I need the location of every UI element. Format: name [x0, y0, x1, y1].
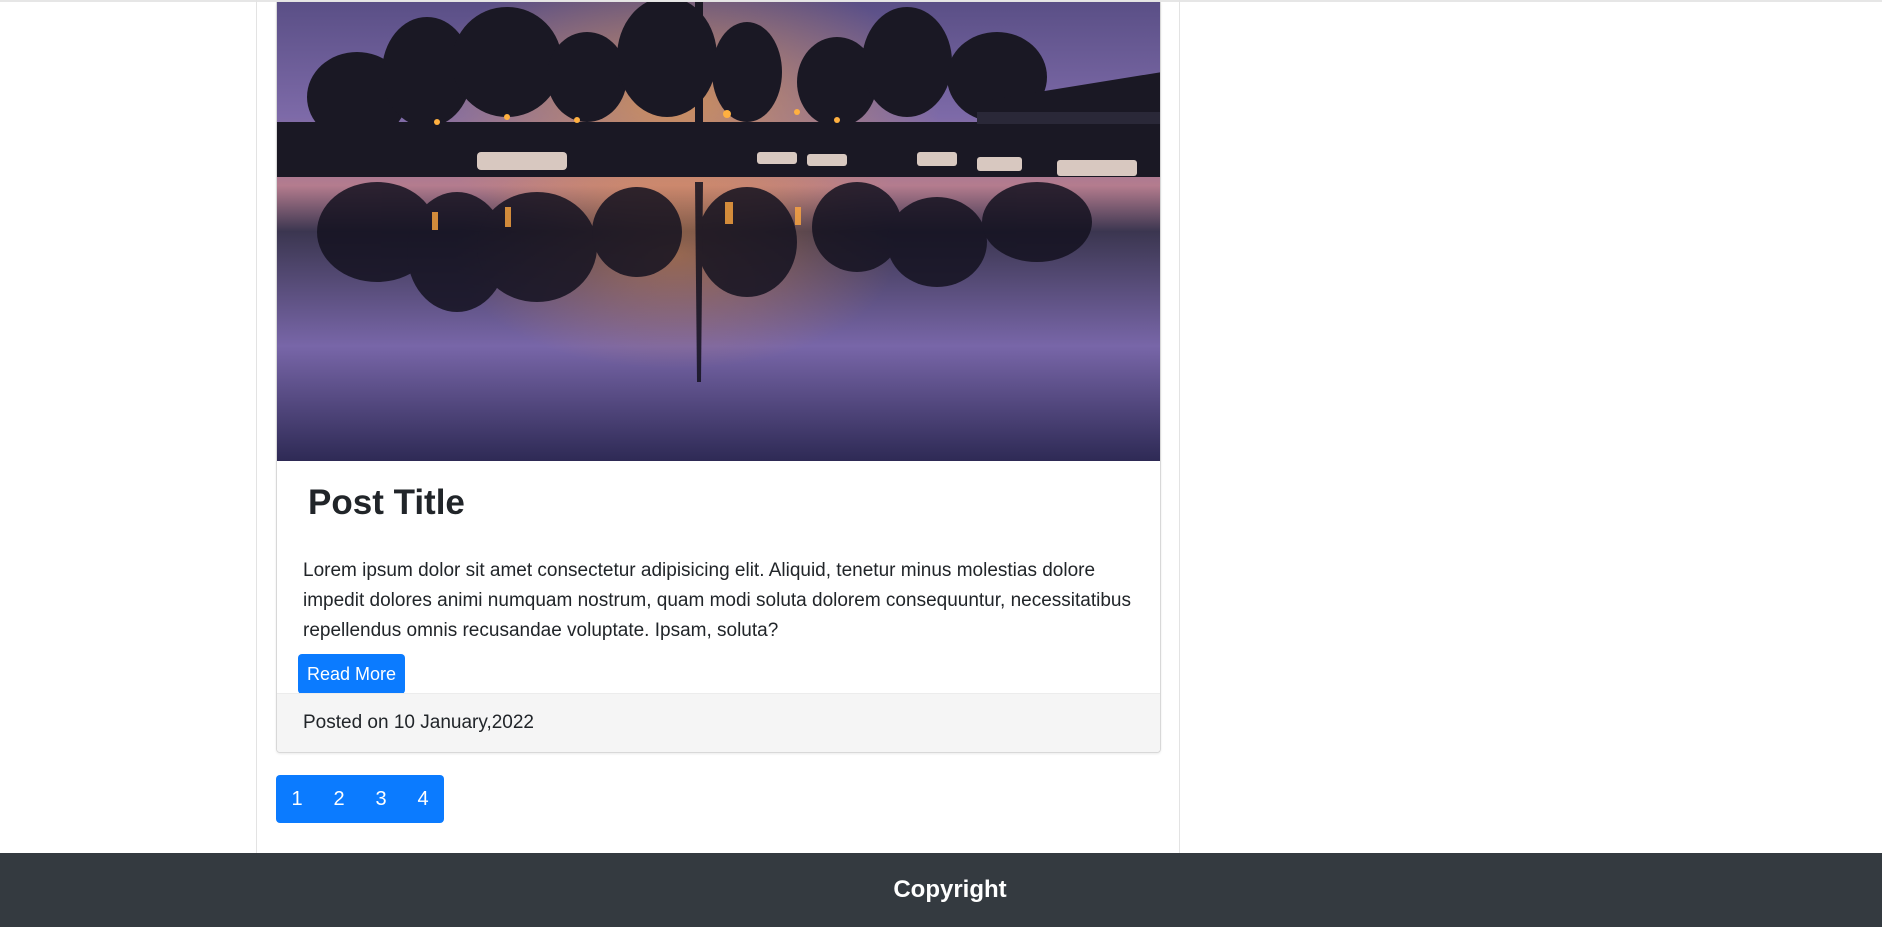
post-card: Post Title Lorem ipsum dolor sit amet co… [276, 2, 1161, 753]
page-link-2[interactable]: 2 [318, 775, 360, 823]
pagination: 1 2 3 4 [276, 775, 444, 823]
site-footer: Copyright [0, 853, 1882, 927]
post-card-footer: Posted on 10 January,2022 [277, 693, 1160, 752]
page-link-4[interactable]: 4 [402, 775, 444, 823]
page-link-3[interactable]: 3 [360, 775, 402, 823]
copyright-text: Copyright [893, 876, 1007, 903]
post-title: Post Title [308, 483, 465, 522]
post-excerpt: Lorem ipsum dolor sit amet consectetur a… [303, 560, 1131, 641]
post-date: Posted on 10 January,2022 [303, 712, 534, 733]
page-link-1[interactable]: 1 [276, 775, 318, 823]
read-more-button[interactable]: Read More [298, 654, 405, 694]
post-image [277, 2, 1160, 461]
